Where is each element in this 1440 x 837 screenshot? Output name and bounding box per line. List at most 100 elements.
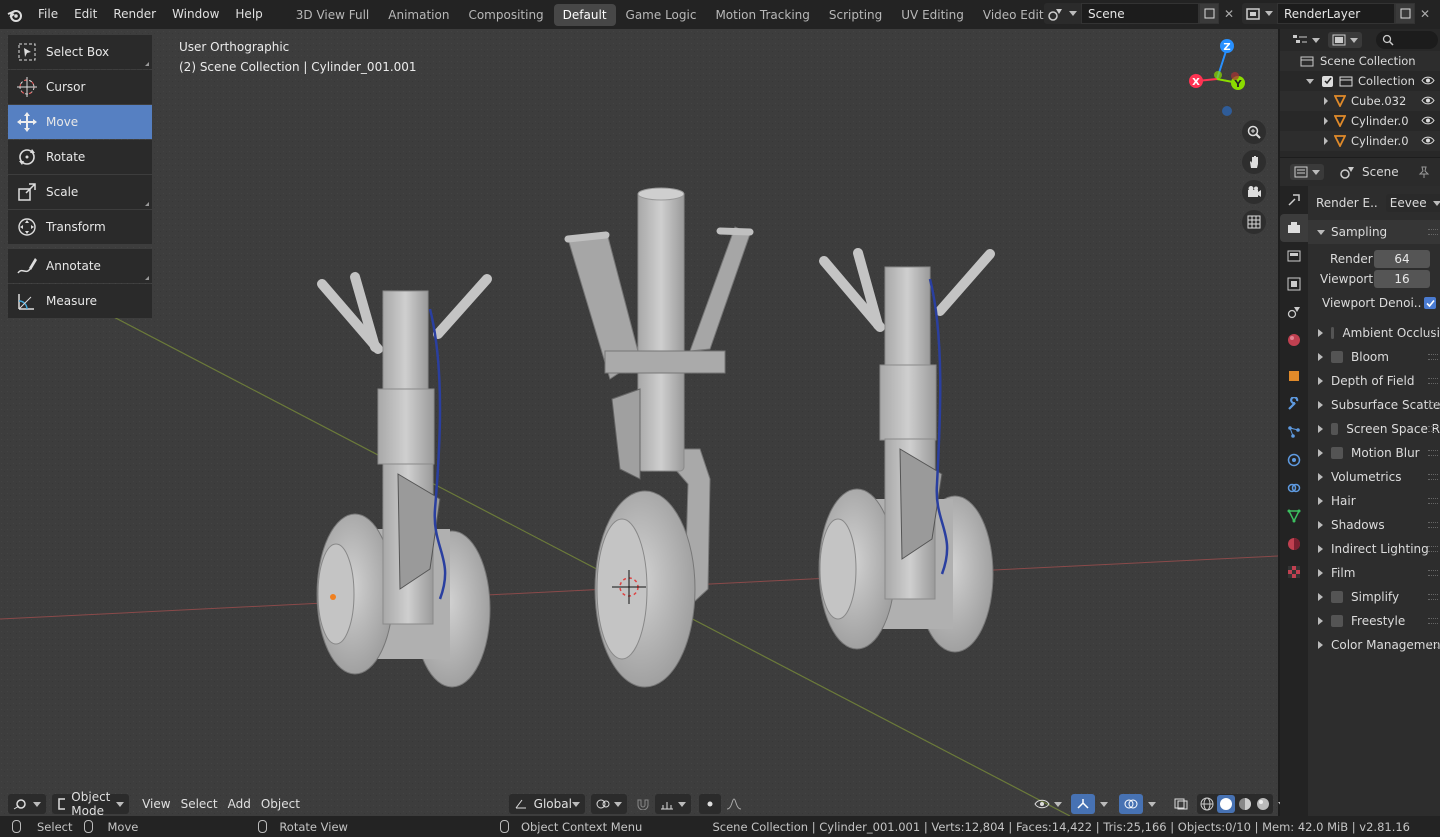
output-tab-icon[interactable] <box>1280 242 1308 270</box>
zoom-icon[interactable] <box>1242 120 1266 144</box>
navigation-gizmo[interactable]: Z Y X <box>1180 31 1260 121</box>
snap-toggle[interactable] <box>631 794 655 814</box>
sampling-expand-icon[interactable] <box>1317 229 1325 235</box>
panel-expand-icon[interactable] <box>1318 449 1323 457</box>
scene-selector[interactable]: Scene ✕ <box>1044 3 1239 24</box>
panel-expand-icon[interactable] <box>1318 545 1323 553</box>
workspace-tab-animation[interactable]: Animation <box>379 4 458 26</box>
delete-scene-icon[interactable]: ✕ <box>1219 3 1239 24</box>
tool-measure[interactable]: Measure <box>8 284 152 318</box>
panel-expand-icon[interactable] <box>1318 329 1323 337</box>
outliner-object-row[interactable]: Cylinder.0 <box>1280 111 1440 131</box>
menu-edit[interactable]: Edit <box>66 0 105 29</box>
workspace-tab-uv-editing[interactable]: UV Editing <box>892 4 973 26</box>
panel-color-management[interactable]: Color Management <box>1308 633 1440 657</box>
outliner-editor-type[interactable] <box>1292 34 1320 46</box>
tool-scale[interactable]: Scale <box>8 175 152 209</box>
workspace-tab-3d-view-full[interactable]: 3D View Full <box>287 4 379 26</box>
expand-object-icon[interactable] <box>1324 117 1328 125</box>
tool-annotate[interactable]: Annotate <box>8 249 152 283</box>
blender-logo-icon[interactable] <box>0 0 30 29</box>
panel-freestyle[interactable]: Freestyle <box>1308 609 1440 633</box>
tool-move[interactable]: Move <box>8 105 152 139</box>
menu-render[interactable]: Render <box>105 0 164 29</box>
panel-expand-icon[interactable] <box>1318 641 1323 649</box>
tool-transform[interactable]: Transform <box>8 210 152 244</box>
sampling-drag-handle[interactable] <box>1428 229 1438 235</box>
tool-rotate[interactable]: Rotate <box>8 140 152 174</box>
panel-drag-handle[interactable] <box>1428 378 1438 384</box>
panel-drag-handle[interactable] <box>1428 498 1438 504</box>
panel-expand-icon[interactable] <box>1318 377 1323 385</box>
orientation-dropdown[interactable]: Global <box>508 794 585 814</box>
workspace-tab-default[interactable]: Default <box>553 3 616 26</box>
panel-screen-space-r[interactable]: Screen Space R <box>1308 417 1440 441</box>
new-scene-icon[interactable] <box>1199 3 1219 24</box>
expand-object-icon[interactable] <box>1324 97 1328 105</box>
wireframe-shading-icon[interactable] <box>1199 796 1215 812</box>
grid-ortho-icon[interactable] <box>1242 210 1266 234</box>
render-tab-icon[interactable] <box>1280 214 1308 242</box>
panel-film[interactable]: Film <box>1308 561 1440 585</box>
view-layer-name-field[interactable]: RenderLayer <box>1277 3 1395 24</box>
panel-expand-icon[interactable] <box>1318 401 1323 409</box>
outliner-search-field[interactable] <box>1376 31 1438 49</box>
physics-tab-icon[interactable] <box>1280 446 1308 474</box>
panel-expand-icon[interactable] <box>1318 425 1323 433</box>
panel-expand-icon[interactable] <box>1318 353 1323 361</box>
new-view-layer-icon[interactable] <box>1395 3 1415 24</box>
object-tab-icon[interactable] <box>1280 362 1308 390</box>
menu-add[interactable]: Add <box>223 794 256 814</box>
workspace-tab-compositing[interactable]: Compositing <box>459 4 552 26</box>
outliner-object-row[interactable]: Cylinder.0 <box>1280 131 1440 151</box>
material-tab-icon[interactable] <box>1280 530 1308 558</box>
constraints-tab-icon[interactable] <box>1280 474 1308 502</box>
mode-dropdown[interactable]: Object Mode <box>52 790 130 818</box>
panel-motion-blur[interactable]: Motion Blur <box>1308 441 1440 465</box>
solid-shading-icon[interactable] <box>1216 795 1235 813</box>
menu-view[interactable]: View <box>137 794 175 814</box>
workspace-tab-scripting[interactable]: Scripting <box>820 4 891 26</box>
panel-drag-handle[interactable] <box>1428 594 1438 600</box>
world-tab-icon[interactable] <box>1280 326 1308 354</box>
expand-object-icon[interactable] <box>1324 137 1328 145</box>
panel-drag-handle[interactable] <box>1428 618 1438 624</box>
visibility-dropdown[interactable] <box>1029 794 1067 814</box>
view-layer-tab-icon[interactable] <box>1280 270 1308 298</box>
viewport-denoise-checkbox[interactable] <box>1424 297 1436 309</box>
panel-enable-checkbox[interactable] <box>1331 327 1335 339</box>
proportional-falloff-dropdown[interactable] <box>721 794 747 814</box>
panel-enable-checkbox[interactable] <box>1331 351 1343 363</box>
data-tab-icon[interactable] <box>1280 502 1308 530</box>
eye-icon[interactable] <box>1421 95 1435 106</box>
pan-hand-icon[interactable] <box>1242 150 1266 174</box>
collection-checkbox[interactable] <box>1322 75 1333 87</box>
render-samples-field[interactable]: 64 <box>1374 250 1430 268</box>
panel-drag-handle[interactable] <box>1428 522 1438 528</box>
panel-subsurface-scatteri[interactable]: Subsurface Scatteri <box>1308 393 1440 417</box>
panel-drag-handle[interactable] <box>1428 426 1438 432</box>
panel-drag-handle[interactable] <box>1428 546 1438 552</box>
menu-window[interactable]: Window <box>164 0 227 29</box>
panel-enable-checkbox[interactable] <box>1331 591 1343 603</box>
panel-expand-icon[interactable] <box>1318 569 1323 577</box>
panel-simplify[interactable]: Simplify <box>1308 585 1440 609</box>
editor-type-button[interactable] <box>8 794 46 814</box>
menu-file[interactable]: File <box>30 0 66 29</box>
tool-tab-icon[interactable] <box>1280 186 1308 214</box>
tool-cursor[interactable]: Cursor <box>8 70 152 104</box>
panel-drag-handle[interactable] <box>1428 330 1438 336</box>
panel-drag-handle[interactable] <box>1428 474 1438 480</box>
outliner-object-row[interactable]: Cube.032 <box>1280 91 1440 111</box>
rendered-shading-icon[interactable] <box>1255 796 1271 812</box>
proportional-editing-toggle[interactable] <box>698 794 721 814</box>
menu-select[interactable]: Select <box>176 794 223 814</box>
panel-drag-handle[interactable] <box>1428 570 1438 576</box>
pivot-point-dropdown[interactable] <box>590 794 627 814</box>
properties-editor-type[interactable] <box>1290 164 1324 180</box>
viewport-scene[interactable] <box>0 29 1278 816</box>
menu-object[interactable]: Object <box>256 794 305 814</box>
viewport-samples-field[interactable]: 16 <box>1374 270 1430 288</box>
panel-expand-icon[interactable] <box>1318 473 1323 481</box>
panel-enable-checkbox[interactable] <box>1331 615 1343 627</box>
